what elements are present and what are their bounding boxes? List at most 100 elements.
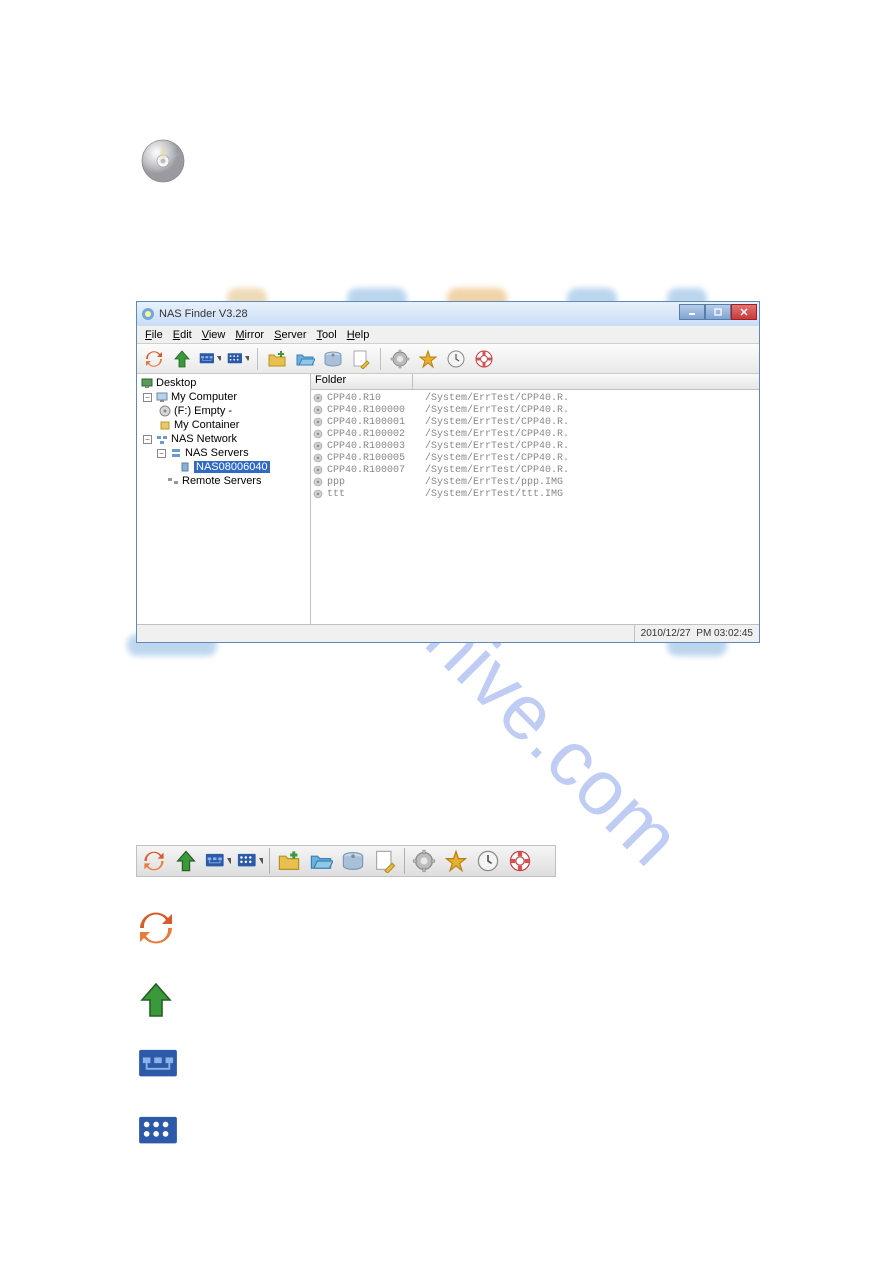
file-list-header[interactable]: Folder [311,374,759,390]
hdd-icon[interactable] [340,848,366,874]
tree-pane[interactable]: Desktop −My Computer (F:) Empty - My Con… [137,374,311,624]
file-path: /System/ErrTest/CPP40.R. [425,465,757,476]
file-name: CPP40.R100001 [325,417,425,428]
cd-disc-icon [140,138,186,184]
tree-nasservers[interactable]: NAS Servers [185,447,249,459]
network-icon [156,433,168,445]
file-row[interactable]: CPP40.R100002/System/ErrTest/CPP40.R. [313,428,757,440]
menu-mirror[interactable]: Mirror [231,329,268,341]
file-row[interactable]: ttt/System/ErrTest/ttt.IMG [313,488,757,500]
file-icon [313,393,323,403]
lifebuoy-icon[interactable] [507,848,533,874]
file-row[interactable]: CPP40.R100001/System/ErrTest/CPP40.R. [313,416,757,428]
tree-container[interactable]: My Container [174,419,239,431]
clock-icon[interactable] [475,848,501,874]
tree-nasnetwork[interactable]: NAS Network [171,433,237,445]
file-name: ttt [325,489,425,500]
open-icon[interactable] [294,348,316,370]
window-titlebar[interactable]: NAS Finder V3.28 [137,302,759,326]
tree-mycomputer[interactable]: My Computer [171,391,237,403]
refresh-icon[interactable] [143,348,165,370]
container-icon [159,419,171,431]
menu-server[interactable]: Server [270,329,310,341]
tree-remoteservers[interactable]: Remote Servers [182,475,261,487]
edit-icon[interactable] [350,348,372,370]
file-icon [313,489,323,499]
menu-help[interactable]: Help [343,329,374,341]
menu-view[interactable]: View [198,329,230,341]
file-rows: CPP40.R10/System/ErrTest/CPP40.R.CPP40.R… [311,390,759,502]
file-row[interactable]: CPP40.R100000/System/ErrTest/CPP40.R. [313,404,757,416]
tree-drive-f[interactable]: (F:) Empty - [174,405,232,417]
net-icon[interactable] [205,848,231,874]
file-path: /System/ErrTest/ppp.IMG [425,477,757,488]
net-icon [136,1048,180,1082]
file-path: /System/ErrTest/CPP40.R. [425,441,757,452]
open-icon[interactable] [308,848,334,874]
window-title: NAS Finder V3.28 [159,308,248,320]
close-button[interactable] [731,304,757,320]
file-row[interactable]: CPP40.R10/System/ErrTest/CPP40.R. [313,392,757,404]
file-name: CPP40.R100003 [325,441,425,452]
newfolder-icon[interactable] [266,348,288,370]
file-icon [313,417,323,427]
file-row[interactable]: CPP40.R100003/System/ErrTest/CPP40.R. [313,440,757,452]
file-name: CPP40.R100005 [325,453,425,464]
list-icon[interactable] [237,848,263,874]
file-name: CPP40.R100007 [325,465,425,476]
edit-icon[interactable] [372,848,398,874]
gear-icon[interactable] [411,848,437,874]
menu-edit[interactable]: Edit [169,329,196,341]
star-icon[interactable] [443,848,469,874]
file-row[interactable]: CPP40.R100007/System/ErrTest/CPP40.R. [313,464,757,476]
file-list-pane[interactable]: Folder CPP40.R10/System/ErrTest/CPP40.R.… [311,374,759,624]
menu-tool[interactable]: Tool [313,329,341,341]
hdd-icon[interactable] [322,348,344,370]
file-row[interactable]: ppp/System/ErrTest/ppp.IMG [313,476,757,488]
maximize-button[interactable] [705,304,731,320]
app-body: Desktop −My Computer (F:) Empty - My Con… [137,374,759,624]
file-path: /System/ErrTest/CPP40.R. [425,429,757,440]
newfolder-icon[interactable] [276,848,302,874]
file-path: /System/ErrTest/CPP40.R. [425,417,757,428]
file-path: /System/ErrTest/ttt.IMG [425,489,757,500]
file-name: CPP40.R10 [325,393,425,404]
column-folder[interactable]: Folder [311,374,413,389]
toolbar-separator [404,848,405,874]
menu-file[interactable]: File [141,329,167,341]
menubar: File Edit View Mirror Server Tool Help [137,326,759,344]
list-icon[interactable] [227,348,249,370]
refresh-icon[interactable] [141,848,167,874]
file-icon [313,477,323,487]
lifebuoy-icon[interactable] [473,348,495,370]
gear-icon[interactable] [389,348,411,370]
up-icon[interactable] [171,348,193,370]
tree-desktop[interactable]: Desktop [156,377,196,389]
file-icon [313,441,323,451]
file-name: CPP40.R100000 [325,405,425,416]
drive-icon [159,405,171,417]
file-path: /System/ErrTest/CPP40.R. [425,393,757,404]
clock-icon[interactable] [445,348,467,370]
star-icon[interactable] [417,348,439,370]
net-icon[interactable] [199,348,221,370]
nas-finder-window: NAS Finder V3.28 File Edit View Mirror S… [136,301,760,643]
computer-icon [156,391,168,403]
status-time: PM 03:02:45 [696,628,753,639]
tree-selected-server[interactable]: NAS08006040 [194,461,270,473]
refresh-icon [136,908,176,948]
toolbar-separator [269,848,270,874]
server-icon [179,461,191,473]
servers-icon [170,447,182,459]
statusbar: 2010/12/27 PM 03:02:45 [137,624,759,642]
toolbar-separator [257,348,258,370]
file-name: ppp [325,477,425,488]
file-path: /System/ErrTest/CPP40.R. [425,453,757,464]
file-icon [313,429,323,439]
up-icon[interactable] [173,848,199,874]
minimize-button[interactable] [679,304,705,320]
file-icon [313,453,323,463]
remote-icon [167,475,179,487]
file-row[interactable]: CPP40.R100005/System/ErrTest/CPP40.R. [313,452,757,464]
status-date: 2010/12/27 [641,628,691,639]
